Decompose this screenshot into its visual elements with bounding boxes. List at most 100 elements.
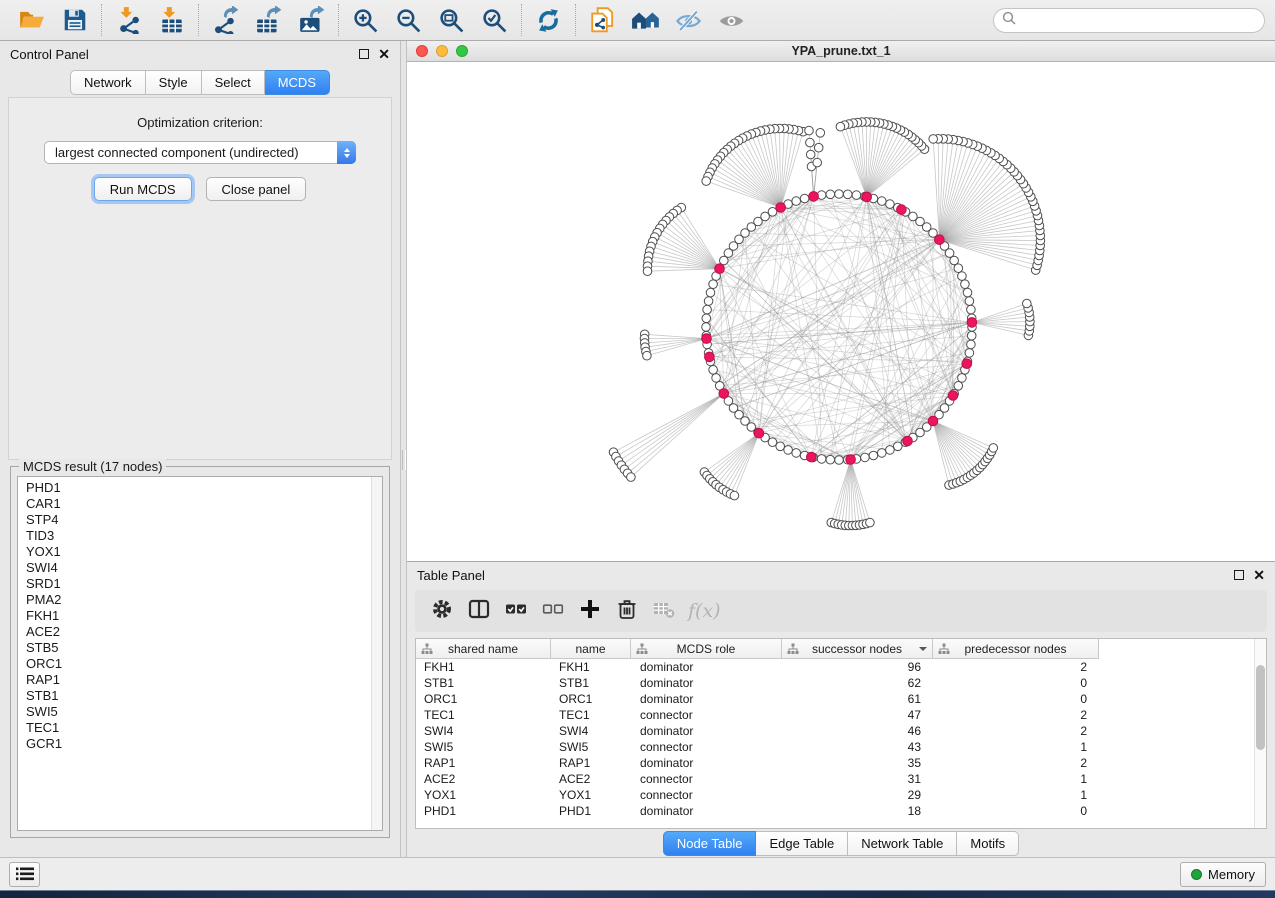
toolbar-open-session-button[interactable]: [10, 2, 53, 38]
table-options-gear-icon: [430, 597, 454, 626]
table-row[interactable]: TEC1TEC1connector472: [416, 707, 1266, 723]
mcds-result-item[interactable]: PMA2: [26, 592, 374, 608]
table-row[interactable]: SWI5SWI5connector431: [416, 739, 1266, 755]
mcds-result-item[interactable]: SWI5: [26, 704, 374, 720]
add-column-button[interactable]: [575, 596, 605, 626]
close-panel-button[interactable]: Close panel: [206, 177, 307, 201]
table-cell: dominator: [631, 724, 782, 738]
mcds-result-item[interactable]: ACE2: [26, 624, 374, 640]
memory-button[interactable]: Memory: [1180, 862, 1266, 887]
run-mcds-button[interactable]: Run MCDS: [94, 177, 192, 201]
mcds-result-item[interactable]: FKH1: [26, 608, 374, 624]
toolbar-import-network-button[interactable]: [107, 2, 150, 38]
table-cell: RAP1: [416, 756, 551, 770]
column-header-name[interactable]: name: [551, 639, 631, 658]
toolbar-show-all-button[interactable]: [710, 2, 753, 38]
float-panel-icon[interactable]: [359, 49, 369, 59]
table-row[interactable]: YOX1YOX1connector291: [416, 787, 1266, 803]
vertical-splitter[interactable]: [400, 41, 407, 857]
tab-mcds[interactable]: MCDS: [265, 70, 330, 95]
toolbar-hide-selected-button[interactable]: [667, 2, 710, 38]
mcds-result-item[interactable]: STB1: [26, 688, 374, 704]
delete-column-button[interactable]: [612, 596, 642, 626]
main-toolbar: [0, 0, 1275, 41]
table-cell: 1: [933, 740, 1099, 754]
tab-network[interactable]: Network: [70, 70, 146, 95]
table-options-gear-button[interactable]: [427, 596, 457, 626]
mcds-result-item[interactable]: CAR1: [26, 496, 374, 512]
mcds-result-item[interactable]: TEC1: [26, 720, 374, 736]
search-input[interactable]: [1021, 13, 1256, 28]
mcds-result-item[interactable]: STP4: [26, 512, 374, 528]
close-table-panel-icon[interactable]: ✕: [1253, 570, 1265, 580]
column-visibility-button[interactable]: [464, 596, 494, 626]
refresh-view-icon: [535, 7, 562, 34]
toolbar-zoom-fit-button[interactable]: [430, 2, 473, 38]
criterion-dropdown[interactable]: largest connected component (undirected): [44, 141, 356, 164]
toolbar-export-image-button[interactable]: [290, 2, 333, 38]
column-header-mcds-role[interactable]: MCDS role: [631, 639, 782, 658]
table-scrollbar[interactable]: [1254, 639, 1266, 828]
toolbar-save-session-button[interactable]: [53, 2, 96, 38]
minimize-window-icon[interactable]: [436, 45, 448, 57]
table-scrollbar-thumb[interactable]: [1256, 665, 1265, 750]
mcds-result-item[interactable]: STB5: [26, 640, 374, 656]
tab-motifs[interactable]: Motifs: [957, 831, 1019, 856]
float-table-panel-icon[interactable]: [1234, 570, 1244, 580]
mcds-result-list[interactable]: PHD1CAR1STP4TID3YOX1SWI4SRD1PMA2FKH1ACE2…: [17, 476, 383, 831]
toolbar-refresh-view-button[interactable]: [527, 2, 570, 38]
mcds-result-item[interactable]: RAP1: [26, 672, 374, 688]
table-row[interactable]: STB1STB1dominator620: [416, 675, 1266, 691]
toolbar-duplicate-network-button[interactable]: [581, 2, 624, 38]
column-header-shared-name[interactable]: shared name: [416, 639, 551, 658]
mcds-result-item[interactable]: PHD1: [26, 480, 374, 496]
toolbar-export-network-button[interactable]: [204, 2, 247, 38]
column-header-predecessor-nodes[interactable]: predecessor nodes: [933, 639, 1099, 658]
toolbar-import-table-button[interactable]: [150, 2, 193, 38]
toolbar-zoom-out-button[interactable]: [387, 2, 430, 38]
mcds-result-item[interactable]: TID3: [26, 528, 374, 544]
tab-node-table[interactable]: Node Table: [663, 831, 757, 856]
table-header-row: shared namenameMCDS rolesuccessor nodesp…: [416, 639, 1099, 659]
node-table[interactable]: shared namenameMCDS rolesuccessor nodesp…: [415, 638, 1267, 829]
mcds-result-item[interactable]: SRD1: [26, 576, 374, 592]
mcds-result-item[interactable]: SWI4: [26, 560, 374, 576]
toolbar-zoom-in-button[interactable]: [344, 2, 387, 38]
table-cell: 2: [933, 756, 1099, 770]
mcds-result-item[interactable]: GCR1: [26, 736, 374, 752]
table-cell: STB1: [551, 676, 631, 690]
close-window-icon[interactable]: [416, 45, 428, 57]
select-all-rows-button[interactable]: [501, 596, 531, 626]
table-row[interactable]: RAP1RAP1dominator352: [416, 755, 1266, 771]
mcds-result-item[interactable]: ORC1: [26, 656, 374, 672]
tab-style[interactable]: Style: [146, 70, 202, 95]
tab-select[interactable]: Select: [202, 70, 265, 95]
close-panel-icon[interactable]: ✕: [378, 49, 390, 59]
table-row[interactable]: ORC1ORC1dominator610: [416, 691, 1266, 707]
table-row[interactable]: FKH1FKH1dominator962: [416, 659, 1266, 675]
network-canvas[interactable]: [407, 62, 1275, 561]
maximize-window-icon[interactable]: [456, 45, 468, 57]
column-header-successor-nodes[interactable]: successor nodes: [782, 639, 933, 658]
table-cell: 0: [933, 804, 1099, 818]
task-history-button[interactable]: [9, 862, 40, 887]
table-row[interactable]: ACE2ACE2connector311: [416, 771, 1266, 787]
toolbar-zoom-selected-button[interactable]: [473, 2, 516, 38]
deselect-all-rows-button[interactable]: [538, 596, 568, 626]
toolbar-export-table-button[interactable]: [247, 2, 290, 38]
toolbar-first-neighbors-button[interactable]: [624, 2, 667, 38]
tab-edge-table[interactable]: Edge Table: [756, 831, 848, 856]
table-cell: ACE2: [551, 772, 631, 786]
main-area: Control Panel ✕ NetworkStyleSelectMCDS O…: [0, 41, 1275, 857]
table-row[interactable]: PHD1PHD1dominator180: [416, 803, 1266, 819]
tab-network-table[interactable]: Network Table: [848, 831, 957, 856]
table-cell: FKH1: [416, 660, 551, 674]
network-window-titlebar[interactable]: YPA_prune.txt_1: [407, 41, 1275, 62]
table-row[interactable]: SWI4SWI4dominator462: [416, 723, 1266, 739]
search-box[interactable]: [993, 8, 1265, 33]
table-cell: 0: [933, 676, 1099, 690]
splitter-grip-icon[interactable]: [402, 450, 406, 470]
mcds-result-item[interactable]: YOX1: [26, 544, 374, 560]
mcds-list-scrollbar[interactable]: [371, 477, 382, 830]
show-all-icon: [717, 7, 746, 34]
